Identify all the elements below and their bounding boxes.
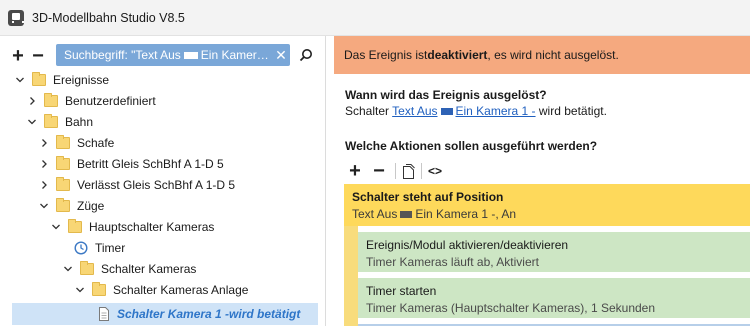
tree-node-verlaesst-gleis[interactable]: Verlässt Gleis SchBhf A 1-D 5 (38, 175, 235, 195)
chevron-down-icon[interactable] (38, 200, 50, 212)
camera-mark-icon (183, 52, 198, 60)
chevron-right-icon[interactable] (38, 179, 50, 191)
app-train-icon (8, 9, 24, 26)
chevron-down-icon[interactable] (26, 116, 38, 128)
tree-node-zuege[interactable]: Züge (38, 196, 104, 216)
status-banner: Das Ereignis ist deaktiviert, es wird ni… (334, 36, 750, 74)
tree-node-bahn[interactable]: Bahn (26, 112, 93, 132)
action-title: Ereignis/Modul aktivieren/deaktivieren (366, 238, 569, 252)
chevron-right-icon[interactable] (26, 95, 38, 107)
folder-icon (44, 114, 58, 128)
chevron-down-icon[interactable] (62, 263, 74, 275)
action-subtitle: Timer Kameras (Hauptschalter Kameras), 1… (366, 301, 656, 315)
search-filter-text: Suchbegriff: "Text Aus Ein Kamer… (64, 48, 269, 62)
search-button[interactable] (295, 44, 317, 66)
toolbar-separator (395, 163, 396, 179)
tree-node-schalter-kameras[interactable]: Schalter Kameras (62, 259, 196, 279)
chevron-right-icon[interactable] (38, 158, 50, 170)
chevron-down-icon[interactable] (74, 284, 86, 296)
condition-subtitle: Text Aus Ein Kamera 1 -, An (352, 207, 517, 221)
action-block[interactable]: Timer starten Timer Kameras (Hauptschalt… (358, 278, 750, 318)
search-filter-chip[interactable]: Suchbegriff: "Text Aus Ein Kamer… ✕ (56, 44, 290, 66)
tree-toolbar: + − (8, 44, 48, 68)
clear-search-button[interactable]: ✕ (272, 47, 290, 64)
action-block[interactable]: Ereignis/Modul aktivieren/deaktivieren T… (358, 232, 750, 272)
event-tree-panel: + − Suchbegriff: "Text Aus Ein Kamer… ✕ E… (0, 36, 326, 326)
code-view-button[interactable]: <> (428, 164, 442, 178)
actions-question: Welche Aktionen sollen ausgeführt werden… (345, 139, 598, 153)
condition-block[interactable]: Schalter steht auf Position Text Aus Ein … (344, 184, 750, 226)
actions-toolbar: + − <> (345, 160, 442, 182)
camera-mark-icon (440, 108, 453, 116)
trigger-description: Schalter Text Aus Ein Kamera 1 - wird bet… (345, 104, 607, 118)
toolbar-separator (421, 163, 422, 179)
trigger-question: Wann wird das Ereignis ausgelöst? (345, 88, 547, 102)
title-bar: 3D-Modellbahn Studio V8.5 (0, 0, 750, 36)
tree-node-betritt-gleis[interactable]: Betritt Gleis SchBhf A 1-D 5 (38, 154, 224, 174)
folder-icon (56, 156, 70, 170)
search-icon (299, 49, 312, 62)
window-title: 3D-Modellbahn Studio V8.5 (32, 10, 185, 25)
copy-icon[interactable] (402, 163, 415, 179)
folder-icon (32, 72, 46, 86)
folder-icon (68, 219, 82, 233)
event-detail-panel: Das Ereignis ist deaktiviert, es wird ni… (334, 36, 750, 326)
remove-action-button[interactable]: − (369, 160, 389, 182)
chevron-down-icon[interactable] (50, 221, 62, 233)
condition-title: Schalter steht auf Position (352, 190, 504, 204)
remove-button[interactable]: − (28, 45, 48, 67)
trigger-switch-link[interactable]: Text Aus Ein Kamera 1 - (392, 104, 535, 118)
condition-nesting-bar (344, 226, 358, 326)
tree-node-schafe[interactable]: Schafe (38, 133, 114, 153)
tree-node-benutzerdefiniert[interactable]: Benutzerdefiniert (26, 91, 156, 111)
folder-icon (56, 135, 70, 149)
folder-icon (56, 198, 70, 212)
tree-node-timer[interactable]: Timer (74, 238, 125, 258)
chevron-right-icon[interactable] (38, 137, 50, 149)
tree-node-schalter-kameras-anlage[interactable]: Schalter Kameras Anlage (74, 280, 248, 300)
tree-node-hauptschalter-kameras[interactable]: Hauptschalter Kameras (50, 217, 214, 237)
tree-node-ereignisse[interactable]: Ereignisse (14, 70, 109, 90)
folder-icon (56, 177, 70, 191)
folder-icon (92, 282, 106, 296)
camera-mark-icon (400, 211, 413, 219)
chevron-down-icon[interactable] (14, 74, 26, 86)
status-deactivated: deaktiviert (427, 48, 488, 62)
add-action-button[interactable]: + (345, 160, 365, 182)
folder-icon (80, 261, 94, 275)
add-button[interactable]: + (8, 45, 28, 67)
timer-clock-icon (74, 241, 88, 255)
document-icon (98, 307, 110, 321)
action-subtitle: Timer Kameras läuft ab, Aktiviert (366, 255, 539, 269)
action-title: Timer starten (366, 284, 437, 298)
folder-icon (44, 93, 58, 107)
tree-node-schalter-kamera-1[interactable]: Schalter Kamera 1 -wird betätigt (98, 304, 300, 324)
